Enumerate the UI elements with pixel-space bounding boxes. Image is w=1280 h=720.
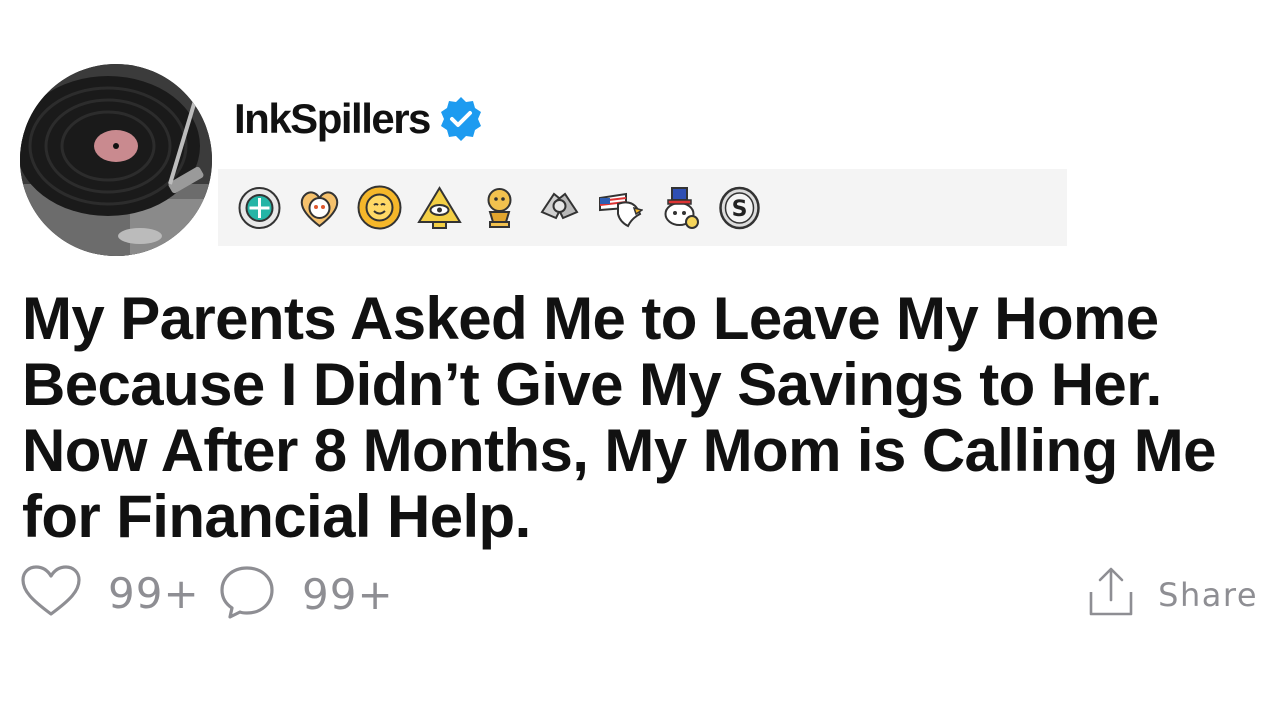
award-eagle-flag-icon[interactable] [596,184,643,231]
like-button[interactable]: 99+ [20,564,200,623]
award-gold-trophy-icon[interactable] [476,184,523,231]
svg-text:S: S [732,197,748,222]
share-label: Share [1158,575,1258,614]
share-button[interactable]: Share [1088,566,1258,623]
post-card: InkSpillers S My Parents Asked Me to Lea… [0,0,1280,720]
award-sun-face-icon[interactable] [356,184,403,231]
award-pyramid-eye-icon[interactable] [416,184,463,231]
award-silver-s-icon[interactable]: S [716,184,763,231]
comment-button[interactable]: 99+ [218,564,394,625]
award-wholesome-seal-icon[interactable] [236,184,283,231]
award-snoo-hat-icon[interactable] [656,184,703,231]
like-count: 99+ [108,569,200,618]
comment-count: 99+ [302,570,394,619]
comment-bubble-icon [218,564,276,625]
award-handshake-icon[interactable] [536,184,583,231]
award-heart-snoo-icon[interactable] [296,184,343,231]
awards-bar: S [218,169,1067,246]
post-actions: 99+ 99+ Share [20,562,1258,622]
verified-badge-icon [436,94,486,144]
avatar[interactable] [20,64,212,256]
post-header: InkSpillers [234,94,486,144]
username[interactable]: InkSpillers [234,98,431,140]
share-icon [1088,566,1134,623]
post-title[interactable]: My Parents Asked Me to Leave My Home Bec… [22,286,1272,550]
turntable-avatar-icon [20,64,212,256]
heart-icon [20,564,82,623]
